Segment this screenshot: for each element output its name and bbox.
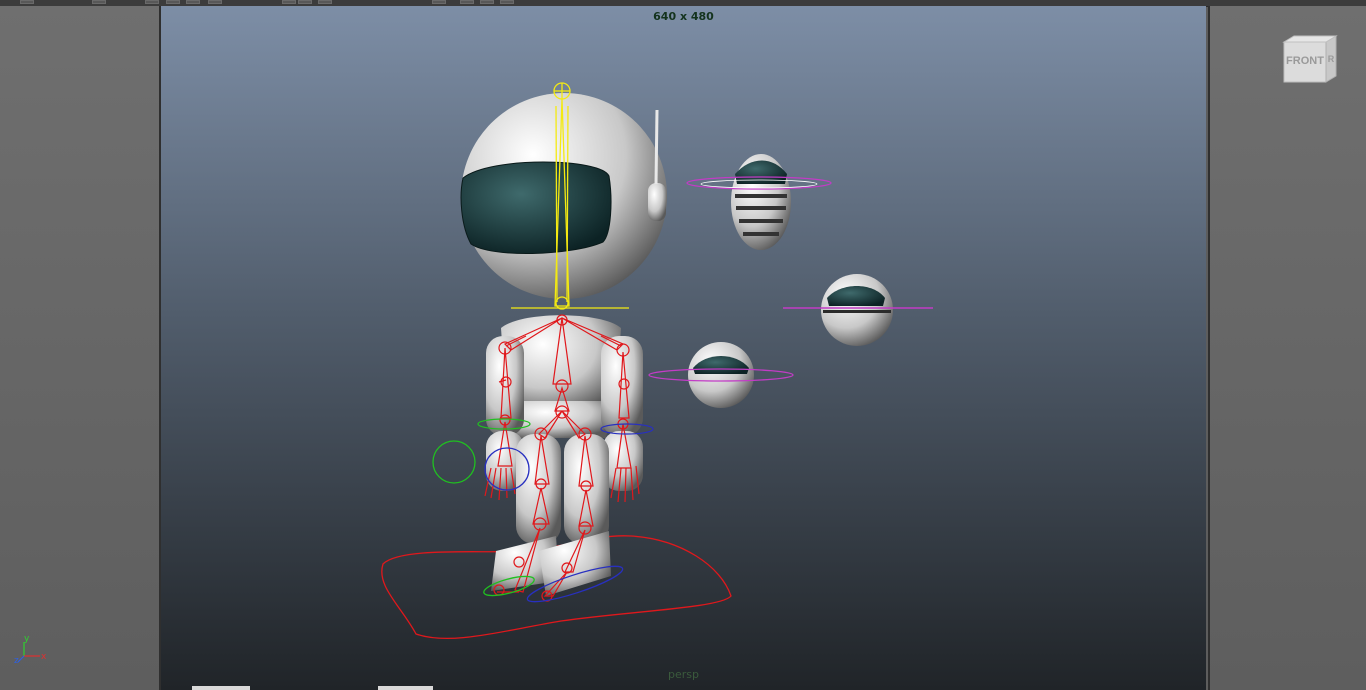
view-cube-icon[interactable]: FRONT R bbox=[1282, 34, 1338, 88]
toolbar-button[interactable] bbox=[298, 0, 312, 4]
robot-visor bbox=[460, 161, 612, 254]
axis-gizmo-icon: y x z bbox=[14, 634, 47, 666]
toolbar-button[interactable] bbox=[480, 0, 494, 4]
robot-leg-left[interactable] bbox=[564, 434, 609, 544]
axis-y-label: y bbox=[24, 634, 30, 644]
ik-pole-control[interactable] bbox=[432, 440, 476, 484]
toolbar-button[interactable] bbox=[145, 0, 159, 4]
timeline-segment bbox=[378, 686, 433, 690]
toolbar-button[interactable] bbox=[282, 0, 296, 4]
toolbar-button[interactable] bbox=[318, 0, 332, 4]
toolbar-button[interactable] bbox=[500, 0, 514, 4]
timeline-segment bbox=[192, 686, 250, 690]
view-cube-front-label: FRONT bbox=[1286, 55, 1324, 67]
robot-antenna bbox=[654, 109, 659, 185]
floating-orb-2[interactable] bbox=[783, 274, 933, 346]
perspective-viewport[interactable]: 640 x 480 persp bbox=[161, 6, 1206, 690]
toolbar-button[interactable] bbox=[460, 0, 474, 4]
camera-name-label: persp bbox=[668, 668, 699, 681]
toolbar-button[interactable] bbox=[186, 0, 200, 4]
toolbar-button[interactable] bbox=[208, 0, 222, 4]
viewport-gate-mask-left bbox=[0, 6, 161, 690]
robot-ear bbox=[648, 183, 666, 221]
viewport-gate-mask-right bbox=[1208, 6, 1366, 690]
axis-x-label: x bbox=[41, 652, 47, 662]
robot-arm-left[interactable] bbox=[601, 336, 643, 436]
toolbar-button[interactable] bbox=[166, 0, 180, 4]
axis-z-label: z bbox=[14, 656, 19, 666]
scene-canvas[interactable] bbox=[161, 6, 1206, 690]
toolbar-button[interactable] bbox=[20, 0, 34, 4]
view-cube-side-label: R bbox=[1328, 54, 1335, 64]
toolbar-button[interactable] bbox=[432, 0, 446, 4]
toolbar-button[interactable] bbox=[92, 0, 106, 4]
floating-orb-3[interactable] bbox=[648, 342, 794, 408]
floating-orb-1[interactable] bbox=[686, 154, 832, 250]
